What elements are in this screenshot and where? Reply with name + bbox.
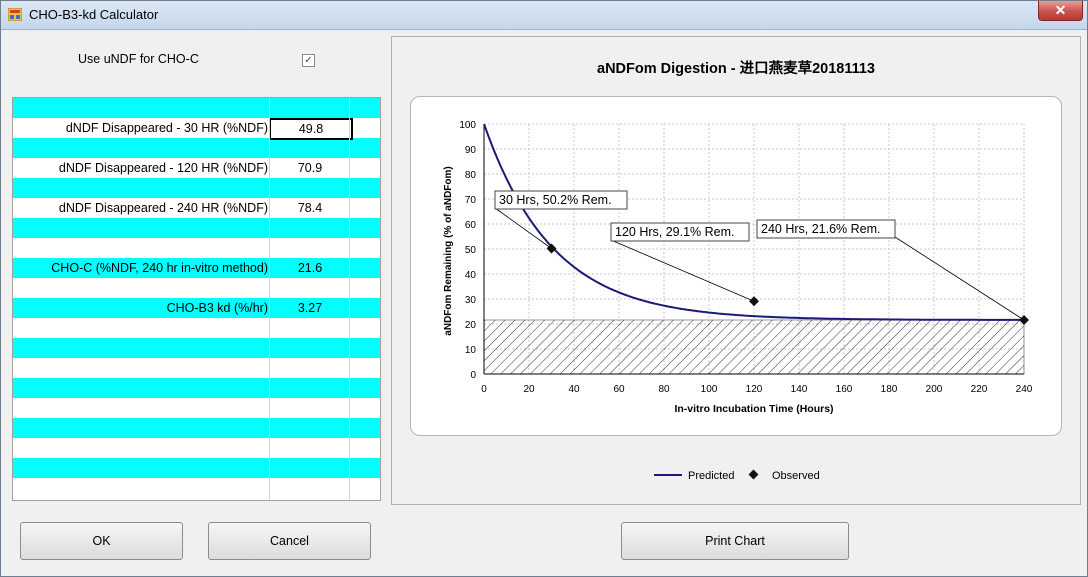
grid-column-divider xyxy=(269,98,270,500)
grid-row xyxy=(13,238,380,258)
x-tick-label: 0 xyxy=(481,384,487,395)
row-label: dNDF Disappeared - 240 HR (%NDF) xyxy=(58,201,268,215)
grid-row: dNDF Disappeared - 120 HR (%NDF) 70.9 xyxy=(13,158,380,178)
app-icon xyxy=(8,8,22,21)
value-cell[interactable]: 78.4 xyxy=(271,198,349,218)
chart-title: aNDFom Digestion - 进口燕麦草20181113 xyxy=(597,61,875,77)
y-tick-label: 20 xyxy=(465,320,477,331)
y-tick-label: 40 xyxy=(465,270,477,281)
y-tick-label: 30 xyxy=(465,295,477,306)
grid-row xyxy=(13,418,380,438)
y-axis-label: aNDFom Remaining (% of aNDFom) xyxy=(443,166,454,335)
grid-row xyxy=(13,98,380,118)
grid-column-divider xyxy=(349,98,350,500)
grid-row xyxy=(13,438,380,458)
window-title: CHO-B3-kd Calculator xyxy=(29,7,159,22)
x-tick-label: 200 xyxy=(926,384,943,395)
close-icon: ✕ xyxy=(1054,2,1067,18)
value-cell[interactable]: 3.27 xyxy=(271,298,349,318)
grid-row xyxy=(13,318,380,338)
x-tick-label: 60 xyxy=(613,384,625,395)
x-axis-label: In-vitro Incubation Time (Hours) xyxy=(674,403,833,415)
cancel-button[interactable]: Cancel xyxy=(208,522,371,560)
grid-row xyxy=(13,458,380,478)
row-label: dNDF Disappeared - 30 HR (%NDF) xyxy=(65,121,268,135)
value-cell-selected[interactable]: 49.8 xyxy=(269,118,353,140)
grid-row: dNDF Disappeared - 240 HR (%NDF) 78.4 xyxy=(13,198,380,218)
row-label: CHO-B3 kd (%/hr) xyxy=(166,301,268,315)
grid-row xyxy=(13,138,380,158)
row-label: dNDF Disappeared - 120 HR (%NDF) xyxy=(58,161,268,175)
grid-row xyxy=(13,398,380,418)
y-tick-label: 10 xyxy=(465,345,477,356)
x-tick-label: 120 xyxy=(746,384,763,395)
x-tick-label: 160 xyxy=(836,384,853,395)
ok-button[interactable]: OK xyxy=(20,522,183,560)
close-button[interactable]: ✕ xyxy=(1038,1,1083,21)
y-tick-label: 0 xyxy=(470,370,476,381)
plot-area-frame: 0 10 20 30 40 50 60 70 80 90 100 0 20 40 60 80 100 120 140… xyxy=(410,96,1062,436)
use-undf-checkbox[interactable]: ✓ xyxy=(302,54,315,67)
y-tick-label: 50 xyxy=(465,245,477,256)
calculator-window: CHO-B3-kd Calculator ✕ Use uNDF for CHO-… xyxy=(0,0,1088,577)
x-tick-label: 40 xyxy=(568,384,580,395)
x-tick-label: 100 xyxy=(701,384,718,395)
use-undf-label: Use uNDF for CHO-C xyxy=(78,52,199,66)
legend-observed-label: Observed xyxy=(772,470,820,482)
annotation-label: 120 Hrs, 29.1% Rem. xyxy=(615,225,735,239)
grid-row xyxy=(13,378,380,398)
observed-point xyxy=(749,296,759,307)
row-label: CHO-C (%NDF, 240 hr in-vitro method) xyxy=(51,261,268,275)
x-tick-label: 80 xyxy=(658,384,670,395)
digestion-chart: 0 10 20 30 40 50 60 70 80 90 100 0 20 40 60 80 100 120 140… xyxy=(443,120,1033,415)
annotation-label: 240 Hrs, 21.6% Rem. xyxy=(761,222,881,236)
legend-predicted-label: Predicted xyxy=(688,470,734,482)
grid-row: CHO-C (%NDF, 240 hr in-vitro method) 21.6 xyxy=(13,258,380,278)
grid-row xyxy=(13,338,380,358)
x-tick-label: 140 xyxy=(791,384,808,395)
grid-row: dNDF Disappeared - 30 HR (%NDF) 49.8 xyxy=(13,118,380,140)
y-tick-label: 90 xyxy=(465,145,477,156)
value-cell[interactable]: 21.6 xyxy=(271,258,349,278)
x-tick-label: 220 xyxy=(971,384,988,395)
print-chart-button[interactable]: Print Chart xyxy=(621,522,849,560)
grid-row xyxy=(13,478,380,498)
checkmark-icon: ✓ xyxy=(304,55,313,66)
x-tick-label: 180 xyxy=(881,384,898,395)
input-grid: CHO-B3 kd (%/hr) 3.27 CHO-C (%NDF, 240 hr … xyxy=(12,97,381,501)
y-tick-label: 60 xyxy=(465,220,477,231)
annotation-label: 30 Hrs, 50.2% Rem. xyxy=(499,193,612,207)
y-tick-label: 100 xyxy=(459,120,476,131)
x-tick-label: 20 xyxy=(523,384,535,395)
grid-row xyxy=(13,218,380,238)
value-cell[interactable]: 70.9 xyxy=(271,158,349,178)
annotation-leader-line xyxy=(494,207,552,249)
grid-row xyxy=(13,358,380,378)
grid-row xyxy=(13,178,380,198)
title-bar[interactable]: CHO-B3-kd Calculator ✕ xyxy=(1,1,1087,30)
chart-panel: aNDFom Digestion - 进口燕麦草20181113 0 10 20 30… xyxy=(391,36,1081,505)
observed-point xyxy=(546,243,557,254)
chart-legend: Predicted Observed xyxy=(654,467,834,486)
grid-row: CHO-B3 kd (%/hr) 3.27 xyxy=(13,298,380,318)
legend-diamond-marker xyxy=(748,469,759,480)
grid-row xyxy=(13,278,380,298)
y-tick-label: 70 xyxy=(465,195,477,206)
undigested-hatched-band xyxy=(483,319,1025,375)
y-tick-label: 80 xyxy=(465,170,477,181)
x-tick-label: 240 xyxy=(1016,384,1033,395)
